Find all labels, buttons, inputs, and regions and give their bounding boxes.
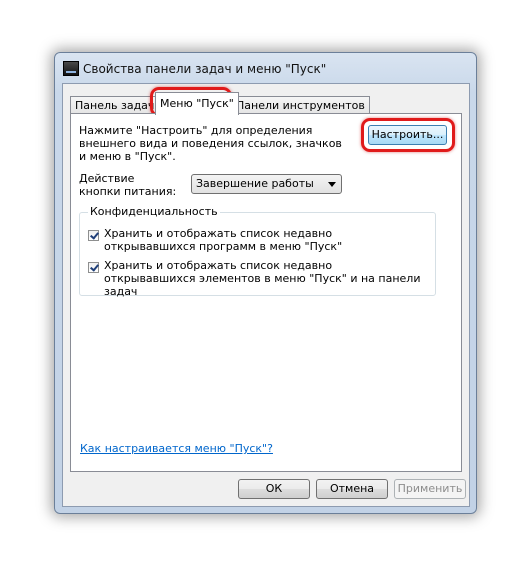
recent-items-checkbox[interactable] xyxy=(88,262,99,273)
tab-start-menu[interactable]: Меню "Пуск" xyxy=(155,92,239,115)
recent-programs-label: Хранить и отображать список недавно откр… xyxy=(104,227,343,253)
apply-button[interactable]: Применить xyxy=(394,479,466,499)
power-button-label: Действие кнопки питания: xyxy=(79,172,177,198)
privacy-legend: Конфиденциальность xyxy=(88,205,220,218)
window-title: Свойства панели задач и меню "Пуск" xyxy=(83,62,327,76)
customize-description: Нажмите "Настроить" для определения внеш… xyxy=(79,124,342,163)
title-bar[interactable]: Свойства панели задач и меню "Пуск" xyxy=(55,53,476,83)
recent-items-label: Хранить и отображать список недавно откр… xyxy=(104,259,421,298)
recent-programs-checkbox[interactable] xyxy=(88,230,99,241)
taskbar-properties-dialog: Свойства панели задач и меню "Пуск" Пане… xyxy=(54,52,477,514)
power-action-value: Завершение работы xyxy=(196,177,314,190)
customize-button[interactable]: Настроить... xyxy=(368,125,447,145)
dialog-client-area: Панель задач Меню "Пуск" Панели инструме… xyxy=(62,83,470,507)
cancel-button[interactable]: Отмена xyxy=(316,479,388,499)
ok-button[interactable]: ОК xyxy=(238,479,310,499)
help-link[interactable]: Как настраивается меню "Пуск"? xyxy=(80,442,273,455)
power-action-select[interactable]: Завершение работы xyxy=(191,174,342,194)
taskbar-app-icon xyxy=(63,61,79,76)
chevron-down-icon xyxy=(328,182,336,187)
start-menu-panel: Нажмите "Настроить" для определения внеш… xyxy=(70,113,462,472)
privacy-group: Конфиденциальность Хранить и отображать … xyxy=(79,205,436,298)
